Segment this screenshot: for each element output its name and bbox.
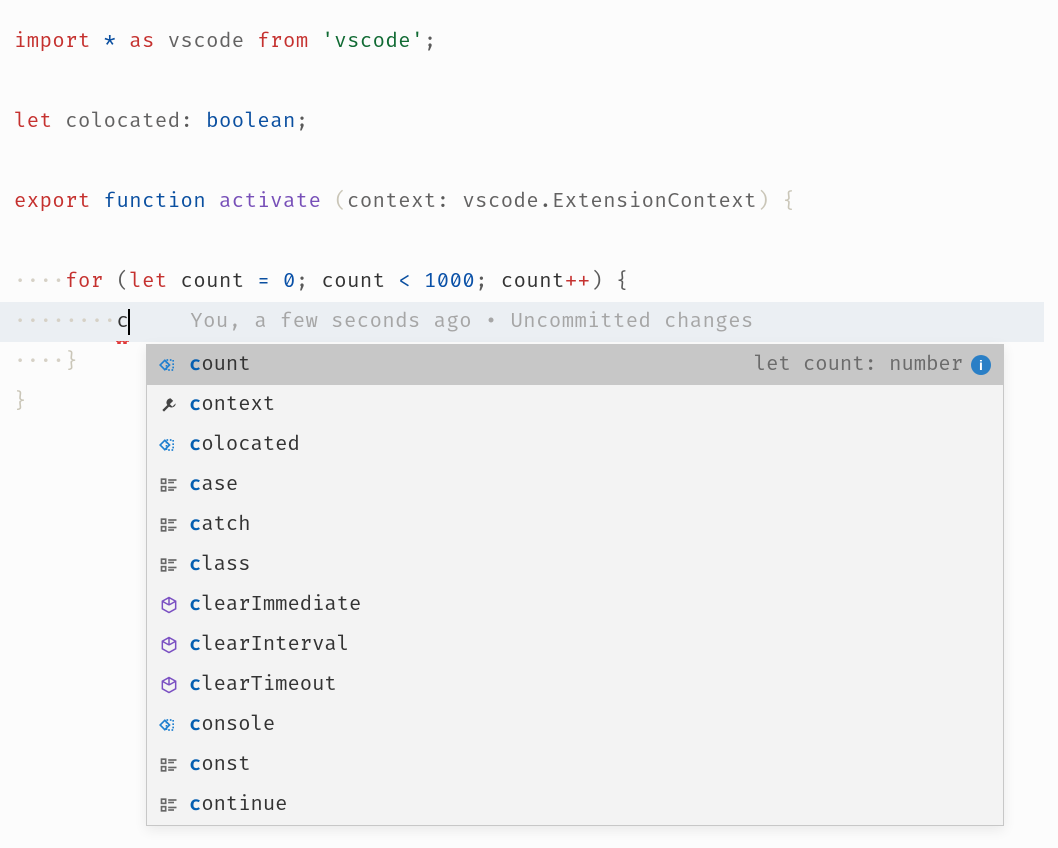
suggest-item-label: continue <box>183 793 287 817</box>
colon: : <box>437 182 450 222</box>
variable-icon <box>155 715 183 735</box>
suggest-item-label: case <box>183 473 238 497</box>
code-line: export function activate ( context : vsc… <box>14 182 1058 222</box>
rbrace: } <box>14 382 27 422</box>
param-context: context <box>347 182 437 222</box>
code-line-blank <box>14 142 1058 182</box>
variable-icon <box>155 435 183 455</box>
lbrace: { <box>616 262 629 302</box>
suggest-item-detail: let count: numberi <box>754 353 991 377</box>
module-icon <box>155 675 183 695</box>
keyword-icon <box>155 555 183 575</box>
keyword-for: for <box>65 262 103 302</box>
suggest-item-label: catch <box>183 513 251 537</box>
num-thousand: 1000 <box>424 262 475 302</box>
ns-vscode: vscode <box>462 182 539 222</box>
suggest-item-label: class <box>183 553 251 577</box>
keyword-let: let <box>14 102 52 142</box>
keyword-as: as <box>129 22 155 62</box>
semicolon: ; <box>296 102 309 142</box>
keyword-icon <box>155 795 183 815</box>
suggest-item[interactable]: clearTimeout <box>147 665 1003 705</box>
suggest-item-label: console <box>183 713 275 737</box>
suggest-item-label: clearImmediate <box>183 593 361 617</box>
suggest-item[interactable]: colocated <box>147 425 1003 465</box>
semicolon: ; <box>296 262 309 302</box>
op-increment: ++ <box>565 262 591 302</box>
keyword-icon <box>155 755 183 775</box>
suggest-item[interactable]: context <box>147 385 1003 425</box>
keyword-function: function <box>104 182 206 222</box>
keyword-icon <box>155 515 183 535</box>
variable-icon <box>155 355 183 375</box>
suggest-item[interactable]: continue <box>147 785 1003 825</box>
suggest-item[interactable]: console <box>147 705 1003 745</box>
suggest-item[interactable]: catch <box>147 505 1003 545</box>
module-icon <box>155 595 183 615</box>
op-eq: = <box>257 262 270 302</box>
star-token: * <box>104 22 117 62</box>
keyword-import: import <box>14 22 91 62</box>
whitespace-dots: ········ <box>14 302 116 342</box>
whitespace-dots: ···· <box>14 262 65 302</box>
dot: . <box>539 182 552 222</box>
rparen: ) <box>590 262 603 302</box>
rparen: ) <box>757 182 770 222</box>
rbrace: } <box>65 342 78 382</box>
lbrace: { <box>783 182 796 222</box>
suggest-item-label: context <box>183 393 275 417</box>
suggest-item[interactable]: class <box>147 545 1003 585</box>
code-line: let colocated : boolean ; <box>14 102 1058 142</box>
keyword-export: export <box>14 182 91 222</box>
colon: : <box>181 102 194 142</box>
lparen: ( <box>116 262 129 302</box>
keyword-icon <box>155 475 183 495</box>
intellisense-widget[interactable]: count let count: numberi context colocated c… <box>146 344 1004 826</box>
keyword-from: from <box>257 22 308 62</box>
typed-char: c <box>116 302 129 342</box>
code-line-current[interactable]: ········ c You, a few seconds ago • Unco… <box>0 302 1044 342</box>
wrench-icon <box>155 395 183 415</box>
ident-count: count <box>321 262 385 302</box>
suggest-item-label: colocated <box>183 433 300 457</box>
func-activate: activate <box>219 182 321 222</box>
string-literal: 'vscode' <box>321 22 423 62</box>
code-line-blank <box>14 62 1058 102</box>
code-line: import * as vscode from 'vscode' ; <box>14 22 1058 62</box>
num-zero: 0 <box>283 262 296 302</box>
whitespace-dots: ···· <box>14 342 65 382</box>
op-lt: < <box>398 262 411 302</box>
ident-colocated: colocated <box>65 102 180 142</box>
suggest-item-label: clearInterval <box>183 633 349 657</box>
suggest-item[interactable]: case <box>147 465 1003 505</box>
semicolon: ; <box>424 22 437 62</box>
keyword-let: let <box>129 262 167 302</box>
code-line: ···· for ( let count = 0 ; count < 1000 … <box>14 262 1058 302</box>
suggest-item[interactable]: clearInterval <box>147 625 1003 665</box>
git-blame-annotation: You, a few seconds ago • Uncommitted cha… <box>130 302 754 342</box>
semicolon: ; <box>475 262 488 302</box>
type-boolean: boolean <box>206 102 296 142</box>
suggest-item-label: count <box>183 353 251 377</box>
suggest-item[interactable]: clearImmediate <box>147 585 1003 625</box>
suggest-item[interactable]: count let count: numberi <box>147 345 1003 385</box>
ident-count: count <box>181 262 245 302</box>
suggest-item-label: const <box>183 753 251 777</box>
code-line-blank <box>14 222 1058 262</box>
info-icon[interactable]: i <box>971 355 991 375</box>
suggest-item[interactable]: const <box>147 745 1003 785</box>
ident-count: count <box>501 262 565 302</box>
type-ext-ctx: ExtensionContext <box>552 182 757 222</box>
module-icon <box>155 635 183 655</box>
ident-vscode: vscode <box>168 22 245 62</box>
suggest-item-label: clearTimeout <box>183 673 337 697</box>
lparen: ( <box>334 182 347 222</box>
